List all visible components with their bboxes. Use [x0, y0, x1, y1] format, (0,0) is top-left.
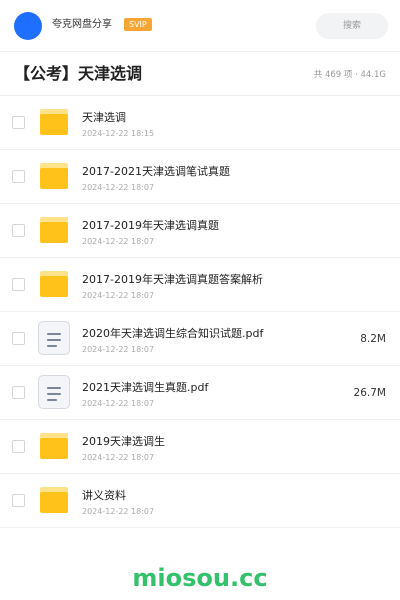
file-date: 2024-12-22 18:07: [82, 183, 155, 192]
file-date: 2024-12-22 18:07: [82, 507, 155, 516]
file-date: 2024-12-22 18:07: [82, 399, 155, 408]
select-checkbox[interactable]: [12, 224, 25, 237]
file-date: 2024-12-22 18:07: [82, 453, 155, 462]
avatar[interactable]: [14, 12, 42, 40]
select-checkbox[interactable]: [12, 386, 25, 399]
file-list: 天津选调 2024-12-22 18:15 2017-2021天津选调笔试真题 …: [0, 96, 400, 528]
select-checkbox[interactable]: [12, 332, 25, 345]
folder-header: 【公考】天津选调 共 469 项 · 44.1G: [0, 52, 400, 96]
file-size: 8.2M: [360, 333, 386, 345]
list-item[interactable]: 2017-2019年天津选调真题 2024-12-22 18:07: [0, 204, 400, 258]
select-checkbox[interactable]: [12, 494, 25, 507]
select-checkbox[interactable]: [12, 440, 25, 453]
file-name: 2021天津选调生真题.pdf: [82, 381, 209, 394]
file-name: 2017-2019年天津选调真题: [82, 219, 219, 232]
folder-icon: [40, 487, 68, 513]
list-item[interactable]: 2020年天津选调生综合知识试题.pdf 2024-12-22 18:07 8.…: [0, 312, 400, 366]
folder-icon: [40, 163, 68, 189]
list-item[interactable]: 2017-2019年天津选调真题答案解析 2024-12-22 18:07: [0, 258, 400, 312]
file-date: 2024-12-22 18:07: [82, 291, 155, 300]
folder-icon: [40, 433, 68, 459]
file-name: 2017-2019年天津选调真题答案解析: [82, 273, 263, 286]
file-name: 2019天津选调生: [82, 435, 165, 448]
file-name: 2020年天津选调生综合知识试题.pdf: [82, 327, 264, 340]
folder-icon: [40, 217, 68, 243]
share-owner-name: 夸克网盘分享: [52, 19, 112, 30]
file-date: 2024-12-22 18:15: [82, 129, 155, 138]
svip-badge: SVIP: [124, 18, 152, 31]
select-checkbox[interactable]: [12, 116, 25, 129]
file-date: 2024-12-22 18:07: [82, 237, 155, 246]
watermark: miosou.cc: [132, 564, 268, 592]
list-item[interactable]: 2019天津选调生 2024-12-22 18:07: [0, 420, 400, 474]
search-input[interactable]: 搜索: [316, 13, 388, 39]
search-placeholder: 搜索: [342, 21, 361, 31]
select-checkbox[interactable]: [12, 170, 25, 183]
file-name: 天津选调: [82, 111, 126, 124]
page-title: 【公考】天津选调: [14, 64, 143, 83]
file-name: 讲义资料: [82, 489, 126, 502]
document-icon: [38, 375, 70, 409]
file-name: 2017-2021天津选调笔试真题: [82, 165, 230, 178]
top-bar: 夸克网盘分享 SVIP 搜索: [0, 0, 400, 52]
list-item[interactable]: 天津选调 2024-12-22 18:15: [0, 96, 400, 150]
folder-icon: [40, 271, 68, 297]
file-date: 2024-12-22 18:07: [82, 345, 155, 354]
document-icon: [38, 321, 70, 355]
list-item[interactable]: 讲义资料 2024-12-22 18:07: [0, 474, 400, 528]
select-checkbox[interactable]: [12, 278, 25, 291]
folder-icon: [40, 109, 68, 135]
list-item[interactable]: 2021天津选调生真题.pdf 2024-12-22 18:07 26.7M: [0, 366, 400, 420]
file-size: 26.7M: [353, 387, 386, 399]
folder-meta: 共 469 项 · 44.1G: [313, 70, 386, 80]
list-item[interactable]: 2017-2021天津选调笔试真题 2024-12-22 18:07: [0, 150, 400, 204]
